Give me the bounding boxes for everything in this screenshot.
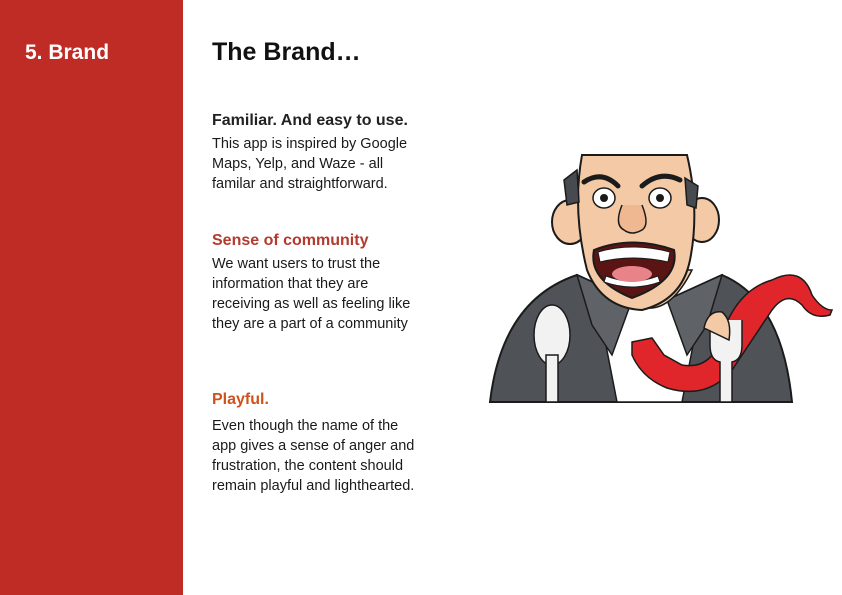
sidebar: 5. Brand — [0, 0, 183, 595]
section-label: 5. Brand — [25, 41, 110, 64]
section-heading: Sense of community — [212, 232, 369, 249]
section-heading: Playful. — [212, 391, 269, 408]
section-playful: Playful. Even though the name of the app… — [212, 391, 417, 496]
angry-businessman-illustration — [488, 154, 834, 403]
section-heading: Familiar. And easy to use. — [212, 112, 408, 129]
page-title: The Brand… — [212, 38, 361, 66]
section-body: This app is inspired by Google Maps, Yel… — [212, 136, 408, 192]
section-community: Sense of community We want users to trus… — [212, 232, 417, 334]
section-familiar: Familiar. And easy to use. This app is i… — [212, 112, 417, 194]
section-body: We want users to trust the information t… — [212, 256, 411, 332]
section-body: Even though the name of the app gives a … — [212, 418, 415, 494]
